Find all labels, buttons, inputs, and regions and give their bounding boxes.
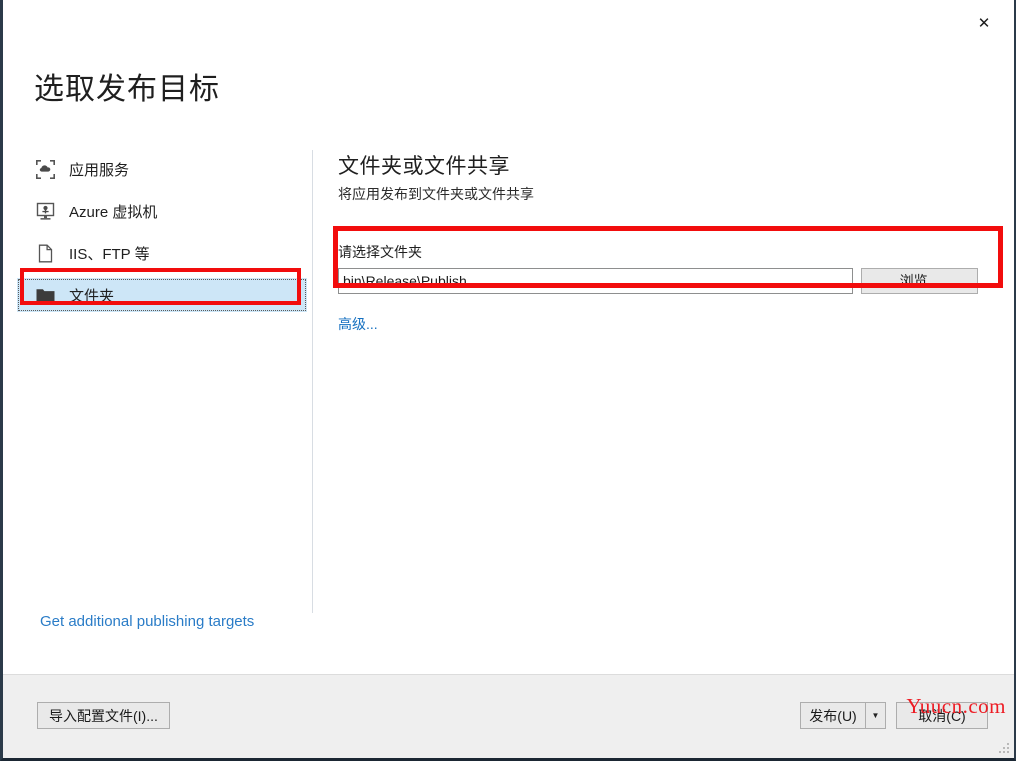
panel-subheading: 将应用发布到文件夹或文件共享 xyxy=(338,186,534,202)
sidebar-item-label: 应用服务 xyxy=(69,161,130,179)
sidebar-item-app-service[interactable]: 应用服务 xyxy=(17,152,307,186)
publish-button[interactable]: 发布(U) xyxy=(800,702,866,729)
app-service-icon xyxy=(35,159,55,179)
page-title: 选取发布目标 xyxy=(34,73,220,106)
publish-target-sidebar: 应用服务 Azure 虚拟机 IIS、FTP 等 文件夹 xyxy=(17,152,307,320)
publish-target-dialog: ✕ 选取发布目标 应用服务 Azure 虚拟机 IIS、FTP 等 文件夹 文件… xyxy=(0,0,1016,761)
get-additional-publishing-targets-link[interactable]: Get additional publishing targets xyxy=(40,613,254,630)
folder-target-panel: 文件夹或文件共享 将应用发布到文件夹或文件共享 请选择文件夹 浏览... 高级.… xyxy=(338,150,978,334)
folder-icon xyxy=(35,285,55,305)
sidebar-item-label: Azure 虚拟机 xyxy=(69,203,158,221)
dialog-titlebar: ✕ xyxy=(3,0,1014,46)
sidebar-item-azure-vm[interactable]: Azure 虚拟机 xyxy=(17,194,307,228)
document-page-icon xyxy=(35,243,55,263)
close-icon[interactable]: ✕ xyxy=(962,8,1006,38)
browse-button[interactable]: 浏览... xyxy=(860,268,978,294)
azure-vm-icon xyxy=(35,201,55,221)
sidebar-item-iis-ftp[interactable]: IIS、FTP 等 xyxy=(17,236,307,270)
footer-action-group: 发布(U) ▼ 取消(C) xyxy=(800,702,988,729)
cancel-button[interactable]: 取消(C) xyxy=(896,702,988,729)
folder-field-label: 请选择文件夹 xyxy=(338,244,422,260)
sidebar-item-label: 文件夹 xyxy=(69,287,115,305)
import-profile-button[interactable]: 导入配置文件(I)... xyxy=(37,702,170,729)
folder-field-row: 浏览... xyxy=(338,268,978,294)
dialog-footer: 导入配置文件(I)... 发布(U) ▼ 取消(C) xyxy=(3,674,1014,758)
folder-path-input[interactable] xyxy=(338,268,853,294)
chevron-down-icon[interactable]: ▼ xyxy=(866,702,886,729)
sidebar-item-folder[interactable]: 文件夹 xyxy=(17,278,307,312)
advanced-settings-link[interactable]: 高级... xyxy=(338,314,378,334)
publish-split-button: 发布(U) ▼ xyxy=(800,702,886,729)
panel-divider xyxy=(312,150,313,613)
panel-heading: 文件夹或文件共享 xyxy=(338,155,510,178)
sidebar-item-label: IIS、FTP 等 xyxy=(69,245,150,263)
